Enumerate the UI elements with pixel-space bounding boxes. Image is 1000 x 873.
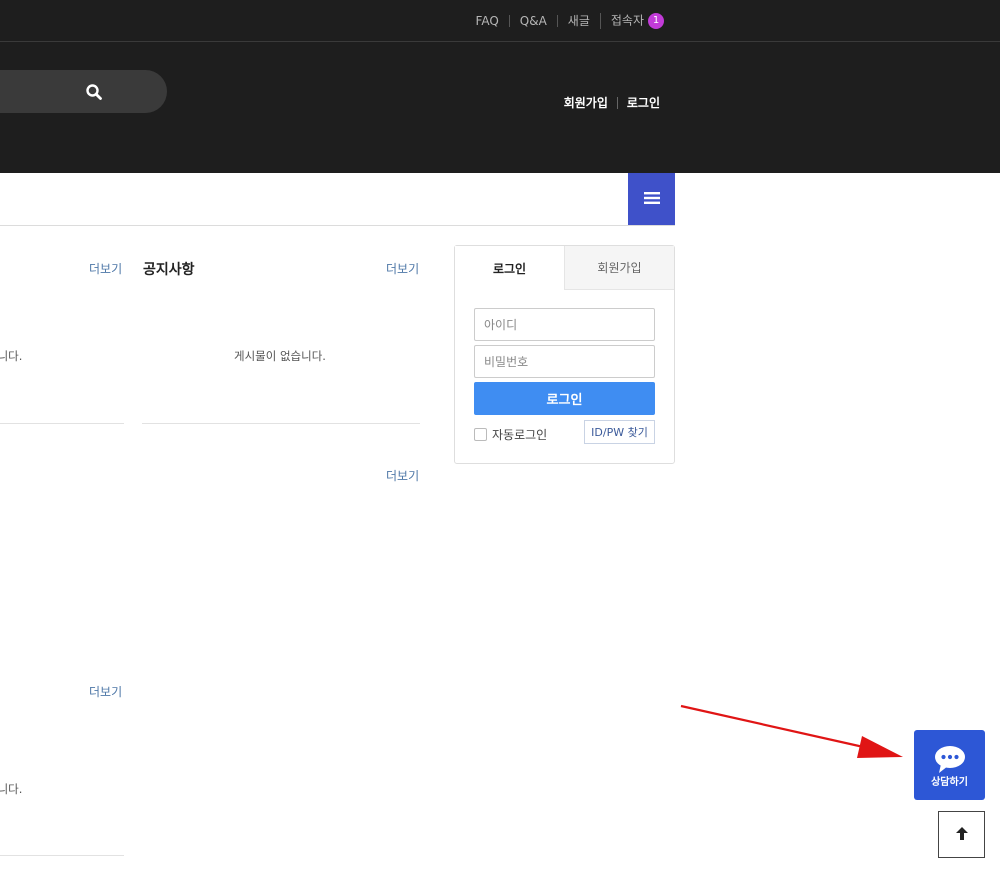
arrow-up-icon: [955, 825, 968, 844]
consult-chat-button[interactable]: 상담하기: [914, 730, 985, 800]
chat-label: 상담하기: [931, 777, 968, 788]
annotation-arrow-icon: [680, 704, 903, 758]
scroll-top-button[interactable]: [938, 811, 985, 858]
